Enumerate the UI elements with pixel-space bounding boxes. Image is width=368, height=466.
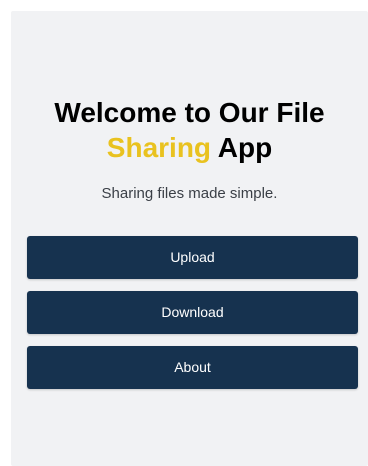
page-title: Welcome to Our File Sharing App (11, 95, 368, 165)
upload-button[interactable]: Upload (27, 236, 358, 279)
download-button[interactable]: Download (27, 291, 358, 334)
main-card: Welcome to Our File Sharing App Sharing … (11, 11, 368, 466)
title-line-1: Welcome to Our File (54, 97, 325, 128)
title-end-word: App (211, 132, 273, 163)
page-subtitle: Sharing files made simple. (101, 185, 278, 202)
title-accent-word: Sharing (106, 132, 212, 163)
about-button[interactable]: About (27, 346, 358, 389)
